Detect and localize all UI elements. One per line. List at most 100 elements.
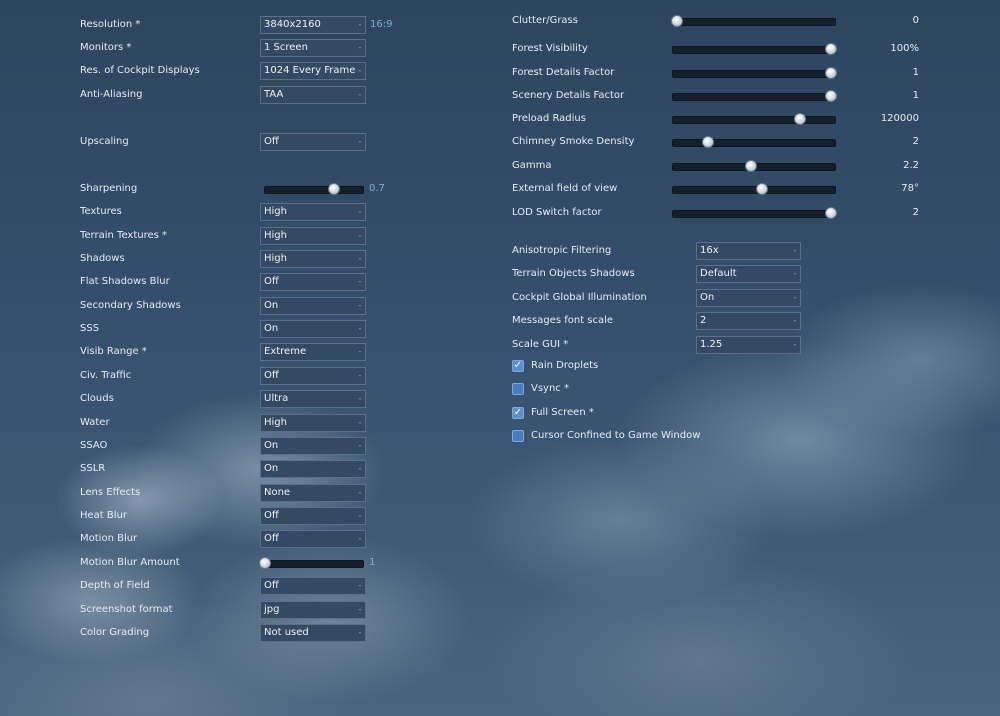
terrain-textures-dropdown[interactable]: High - [260, 227, 366, 245]
scenery-details-factor-slider-track[interactable] [672, 90, 837, 102]
preload-radius-slider-track[interactable] [672, 113, 836, 125]
setting-row-motion-blur: Motion Blur Off - [80, 530, 400, 548]
color-grading-dropdown[interactable]: Not used - [260, 624, 366, 642]
motion-blur-amount-slider-handle[interactable] [259, 557, 271, 569]
lod-switch-factor-slider-handle[interactable] [825, 207, 837, 219]
scenery-details-factor-slider-handle[interactable] [825, 90, 837, 102]
full-screen-label: Full Screen * [531, 407, 594, 418]
anti-aliasing-dropdown[interactable]: TAA - [260, 86, 366, 104]
visib-range-label: Visib Range * [80, 346, 147, 357]
chevron-down-icon: - [358, 581, 362, 590]
cursor-confined-checkbox[interactable] [512, 430, 524, 442]
clutter-grass-slider-handle[interactable] [671, 15, 683, 27]
setting-row-clutter-grass: Clutter/Grass 0 [512, 12, 919, 30]
depth-of-field-dropdown[interactable]: Off - [260, 577, 366, 595]
setting-row-full-screen[interactable]: ✓ Full Screen * [512, 404, 772, 422]
anisotropic-filtering-dropdown[interactable]: 16x - [696, 242, 801, 260]
resolution-dropdown[interactable]: 3840x2160 - [260, 16, 366, 34]
resolution-value: 3840x2160 [264, 19, 321, 30]
preload-radius-label: Preload Radius [512, 113, 586, 124]
setting-row-messages-font-scale: Messages font scale 2- [512, 312, 812, 330]
lens-effects-dropdown[interactable]: None - [260, 484, 366, 502]
chevron-down-icon: - [358, 488, 362, 497]
gamma-slider-handle[interactable] [745, 160, 757, 172]
setting-row-shadows: Shadows High - [80, 250, 400, 268]
forest-visibility-slider-handle[interactable] [825, 43, 837, 55]
sss-value: On [264, 323, 279, 334]
cockpit-global-illumination-label: Cockpit Global Illumination [512, 292, 647, 303]
clouds-dropdown[interactable]: Ultra - [260, 390, 366, 408]
clutter-grass-label: Clutter/Grass [512, 15, 578, 26]
sharpening-slider-track[interactable] [264, 183, 364, 195]
chevron-down-icon: - [358, 66, 362, 75]
setting-row-rain-droplets[interactable]: ✓ Rain Droplets [512, 357, 772, 375]
heat-blur-dropdown[interactable]: Off - [260, 507, 366, 525]
screenshot-format-dropdown[interactable]: jpg - [260, 601, 366, 619]
setting-row-terrain-textures: Terrain Textures * High - [80, 227, 400, 245]
sslr-dropdown[interactable]: On - [260, 460, 366, 478]
external-fov-slider-handle[interactable] [756, 183, 768, 195]
setting-row-vsync[interactable]: Vsync * [512, 380, 772, 398]
setting-row-scale-gui: Scale GUI * 1.25 - [512, 336, 812, 354]
clouds-value: Ultra [264, 393, 289, 404]
lod-switch-factor-slider-track[interactable] [672, 207, 837, 219]
textures-value: High [264, 206, 287, 217]
secondary-shadows-dropdown[interactable]: On - [260, 297, 366, 315]
terrain-objects-shadows-dropdown[interactable]: Default - [696, 265, 801, 283]
scenery-details-factor-label: Scenery Details Factor [512, 90, 625, 101]
setting-row-cockpit-global-illumination: Cockpit Global Illumination On - [512, 289, 812, 307]
cursor-confined-label: Cursor Confined to Game Window [531, 430, 701, 441]
setting-row-civ-traffic: Civ. Traffic Off - [80, 367, 400, 385]
scale-gui-label: Scale GUI * [512, 339, 569, 350]
setting-row-textures: Textures High - [80, 203, 400, 221]
setting-row-cursor-confined[interactable]: Cursor Confined to Game Window [512, 427, 772, 445]
messages-font-scale-dropdown[interactable]: 2- [696, 312, 801, 330]
monitors-dropdown[interactable]: 1 Screen - [260, 39, 366, 57]
sharpening-value: 0.7 [369, 183, 385, 194]
chimney-smoke-density-value: 2 [912, 136, 919, 147]
cockpit-displays-dropdown[interactable]: 1024 Every Frame - [260, 62, 366, 80]
chevron-down-icon: - [358, 231, 362, 240]
chevron-down-icon: - [358, 207, 362, 216]
vsync-label: Vsync * [531, 383, 569, 394]
forest-visibility-slider-track[interactable] [672, 43, 837, 55]
terrain-textures-label: Terrain Textures * [80, 230, 168, 241]
external-fov-slider-track[interactable] [672, 183, 836, 195]
civ-traffic-dropdown[interactable]: Off - [260, 367, 366, 385]
sharpening-slider-handle[interactable] [328, 183, 340, 195]
secondary-shadows-value: On [264, 300, 279, 311]
cockpit-global-illumination-dropdown[interactable]: On - [696, 289, 801, 307]
flat-shadows-blur-dropdown[interactable]: Off - [260, 273, 366, 291]
setting-row-sss: SSS On - [80, 320, 400, 338]
visib-range-dropdown[interactable]: Extreme - [260, 343, 366, 361]
motion-blur-dropdown[interactable]: Off - [260, 530, 366, 548]
vsync-checkbox[interactable] [512, 383, 524, 395]
preload-radius-slider-handle[interactable] [794, 113, 806, 125]
forest-details-factor-value: 1 [912, 67, 919, 78]
motion-blur-amount-value: 1 [369, 557, 376, 568]
water-dropdown[interactable]: High - [260, 414, 366, 432]
setting-row-sharpening: Sharpening 0.7 [80, 180, 400, 198]
chevron-down-icon: - [793, 293, 797, 302]
motion-blur-amount-slider-track[interactable] [259, 557, 364, 569]
full-screen-checkbox[interactable]: ✓ [512, 407, 524, 419]
gamma-slider-track[interactable] [672, 160, 836, 172]
clutter-grass-slider-track[interactable] [671, 15, 836, 27]
setting-row-external-fov: External field of view 78° [512, 180, 919, 198]
forest-details-factor-slider-track[interactable] [672, 67, 837, 79]
rain-droplets-checkbox[interactable]: ✓ [512, 360, 524, 372]
motion-blur-label: Motion Blur [80, 533, 138, 544]
ssao-dropdown[interactable]: On - [260, 437, 366, 455]
textures-dropdown[interactable]: High - [260, 203, 366, 221]
forest-details-factor-slider-handle[interactable] [825, 67, 837, 79]
chevron-down-icon: - [358, 441, 362, 450]
chimney-smoke-density-slider-handle[interactable] [702, 136, 714, 148]
upscaling-dropdown[interactable]: Off - [260, 133, 366, 151]
sss-dropdown[interactable]: On - [260, 320, 366, 338]
terrain-textures-value: High [264, 230, 287, 241]
depth-of-field-label: Depth of Field [80, 580, 150, 591]
scale-gui-dropdown[interactable]: 1.25 - [696, 336, 801, 354]
chimney-smoke-density-slider-track[interactable] [672, 136, 836, 148]
shadows-dropdown[interactable]: High - [260, 250, 366, 268]
setting-row-depth-of-field: Depth of Field Off - [80, 577, 400, 595]
